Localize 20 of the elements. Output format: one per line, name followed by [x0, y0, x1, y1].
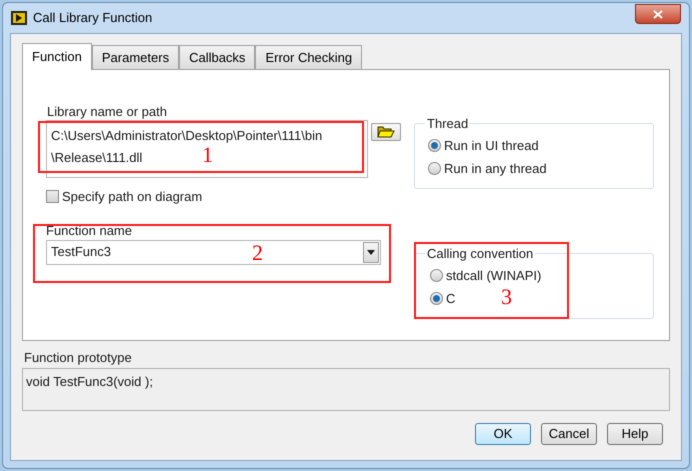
annotation-number: 3 [501, 286, 512, 308]
radio-label: Run in any thread [444, 160, 547, 178]
tab[interactable]: Parameters [92, 45, 180, 69]
radio-label: stdcall (WINAPI) [446, 266, 542, 285]
prototype-box: void TestFunc3(void ); [22, 368, 670, 411]
field-label: Function prototype [24, 350, 133, 365]
field-label: Library name or path [46, 104, 168, 119]
dialog-button[interactable]: Cancel [541, 423, 597, 445]
dialog-button[interactable]: Help [607, 423, 663, 445]
field-label: Function name [46, 222, 133, 238]
checkbox-label: Specify path on diagram [62, 188, 202, 206]
dialog-button[interactable]: OK [475, 423, 531, 445]
radio-label: C [446, 290, 456, 308]
tab[interactable]: Callbacks [179, 45, 256, 69]
annotation-number: 2 [252, 242, 263, 264]
annotation-number: 1 [202, 144, 213, 166]
tab[interactable]: Function [22, 43, 92, 70]
radio-label: Run in UI thread [444, 136, 539, 155]
tab[interactable]: Error Checking [255, 45, 362, 69]
window-title: Call Library Function [33, 9, 152, 28]
